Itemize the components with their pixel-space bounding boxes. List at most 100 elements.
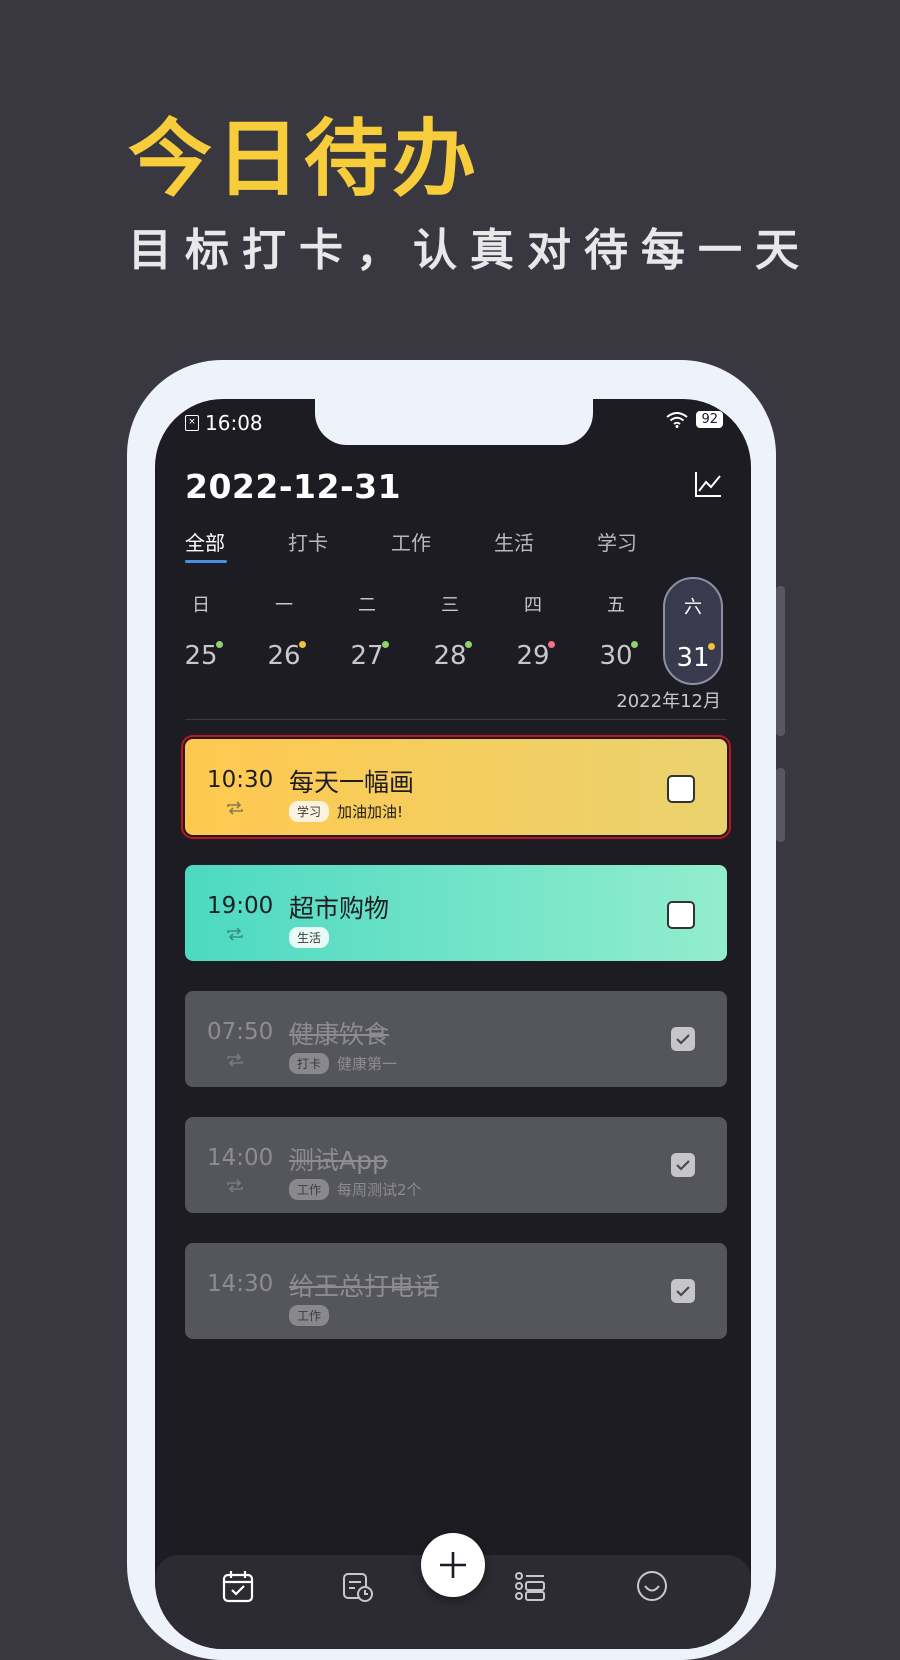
promo-subtitle: 目标打卡，认真对待每一天 bbox=[128, 225, 812, 276]
current-date: 2022-12-31 bbox=[185, 467, 402, 506]
add-task-button[interactable] bbox=[421, 1533, 485, 1597]
calendar-check-icon[interactable] bbox=[221, 1569, 255, 1603]
day-status-dot bbox=[708, 643, 715, 650]
smile-icon[interactable] bbox=[635, 1569, 669, 1603]
promo-title: 今日待办 bbox=[128, 109, 481, 208]
task-checkbox[interactable] bbox=[667, 901, 695, 929]
task-time: 07:50 bbox=[207, 1019, 274, 1045]
task-tag: 生活 bbox=[289, 927, 330, 948]
repeat-icon bbox=[227, 1179, 243, 1193]
phone-side-button bbox=[776, 586, 785, 736]
task-card-done[interactable]: 07:50 健康饮食 打卡 健康第一 bbox=[185, 991, 727, 1087]
week-strip: 日 25 一 26 二 27 三 28 四 29 五 30 六 31 bbox=[155, 577, 751, 687]
day-number: 31 bbox=[676, 643, 710, 673]
day-status-dot bbox=[465, 641, 472, 648]
task-checkbox-checked[interactable] bbox=[671, 1153, 695, 1177]
checkmark-icon bbox=[676, 1286, 690, 1297]
task-meta: 打卡 健康第一 bbox=[289, 1053, 397, 1074]
tab-checkin[interactable]: 打卡 bbox=[288, 527, 391, 563]
wifi-icon bbox=[666, 411, 689, 428]
day-number: 29 bbox=[516, 641, 550, 671]
status-time: 16:08 bbox=[205, 411, 263, 435]
task-card-done[interactable]: 14:30 给王总打电话 工作 bbox=[185, 1243, 727, 1339]
no-sim-icon: × bbox=[185, 415, 199, 431]
chart-line-icon[interactable] bbox=[693, 469, 723, 499]
app-screen: × 16:08 92 2022-12-31 全部 打卡 工作 生活 学习 日 2… bbox=[155, 399, 751, 1649]
weekday-label: 六 bbox=[684, 597, 702, 618]
day-cell[interactable]: 二 27 bbox=[339, 577, 395, 671]
task-checkbox-checked[interactable] bbox=[671, 1279, 695, 1303]
day-number: 30 bbox=[599, 641, 633, 671]
task-time: 14:30 bbox=[207, 1271, 274, 1297]
day-status-dot bbox=[548, 641, 555, 648]
repeat-icon bbox=[227, 801, 243, 815]
list-icon[interactable] bbox=[513, 1569, 547, 1603]
task-checkbox[interactable] bbox=[667, 775, 695, 803]
category-tabs: 全部 打卡 工作 生活 学习 bbox=[185, 527, 700, 563]
weekday-label: 一 bbox=[275, 595, 293, 616]
task-title: 健康饮食 bbox=[289, 1020, 390, 1049]
day-cell-selected[interactable]: 六 31 bbox=[663, 577, 723, 685]
task-checkbox-checked[interactable] bbox=[671, 1027, 695, 1051]
tab-label: 学习 bbox=[597, 531, 637, 555]
weekday-label: 二 bbox=[358, 595, 376, 616]
tab-study[interactable]: 学习 bbox=[597, 527, 700, 563]
task-tag: 工作 bbox=[289, 1305, 330, 1326]
task-meta: 工作 bbox=[289, 1305, 330, 1326]
task-note: 每周测试2个 bbox=[337, 1181, 422, 1199]
weekday-label: 五 bbox=[607, 595, 625, 616]
day-cell[interactable]: 三 28 bbox=[422, 577, 478, 671]
task-card[interactable]: 19:00 超市购物 生活 bbox=[185, 865, 727, 961]
task-title: 每天一幅画 bbox=[289, 768, 415, 797]
task-card-done[interactable]: 14:00 测试App 工作 每周测试2个 bbox=[185, 1117, 727, 1213]
add-icon bbox=[440, 1552, 466, 1578]
task-title: 给王总打电话 bbox=[289, 1272, 440, 1301]
weekday-label: 四 bbox=[524, 595, 542, 616]
checkmark-icon bbox=[676, 1034, 690, 1045]
task-title: 超市购物 bbox=[289, 894, 390, 923]
day-cell[interactable]: 四 29 bbox=[505, 577, 561, 671]
task-note: 加油加油! bbox=[337, 803, 404, 821]
task-time: 19:00 bbox=[207, 893, 274, 919]
day-status-dot bbox=[382, 641, 389, 648]
tab-label: 全部 bbox=[185, 531, 225, 555]
task-time: 14:00 bbox=[207, 1145, 274, 1171]
schedule-icon[interactable] bbox=[341, 1569, 375, 1603]
task-tag: 打卡 bbox=[289, 1053, 330, 1074]
task-time: 10:30 bbox=[207, 767, 274, 793]
day-number: 27 bbox=[350, 641, 384, 671]
battery-indicator: 92 bbox=[696, 411, 723, 428]
day-cell[interactable]: 日 25 bbox=[173, 577, 229, 671]
day-status-dot bbox=[631, 641, 638, 648]
day-status-dot bbox=[299, 641, 306, 648]
repeat-icon bbox=[227, 927, 243, 941]
day-cell[interactable]: 五 30 bbox=[588, 577, 644, 671]
phone-side-button bbox=[776, 768, 785, 842]
status-bar-right: 92 bbox=[666, 411, 723, 428]
task-tag: 工作 bbox=[289, 1179, 330, 1200]
day-status-dot bbox=[216, 641, 223, 648]
weekday-label: 日 bbox=[192, 595, 210, 616]
task-tag: 学习 bbox=[289, 801, 330, 822]
task-meta: 生活 bbox=[289, 927, 330, 948]
day-cell[interactable]: 一 26 bbox=[256, 577, 312, 671]
divider bbox=[185, 719, 727, 720]
day-number: 28 bbox=[433, 641, 467, 671]
tab-active-indicator bbox=[185, 560, 227, 563]
day-number: 25 bbox=[184, 641, 218, 671]
task-card[interactable]: 10:30 每天一幅画 学习 加油加油! bbox=[185, 739, 727, 835]
tab-work[interactable]: 工作 bbox=[391, 527, 494, 563]
status-bar-left: × 16:08 bbox=[185, 411, 263, 435]
task-meta: 工作 每周测试2个 bbox=[289, 1179, 422, 1200]
task-meta: 学习 加油加油! bbox=[289, 801, 403, 822]
task-title: 测试App bbox=[289, 1146, 388, 1175]
weekday-label: 三 bbox=[441, 595, 459, 616]
tab-label: 生活 bbox=[494, 531, 534, 555]
tab-label: 工作 bbox=[391, 531, 431, 555]
checkmark-icon bbox=[676, 1160, 690, 1171]
tab-label: 打卡 bbox=[288, 531, 328, 555]
tab-all[interactable]: 全部 bbox=[185, 527, 288, 563]
month-label: 2022年12月 bbox=[616, 691, 721, 712]
tab-life[interactable]: 生活 bbox=[494, 527, 597, 563]
phone-notch bbox=[315, 399, 593, 445]
